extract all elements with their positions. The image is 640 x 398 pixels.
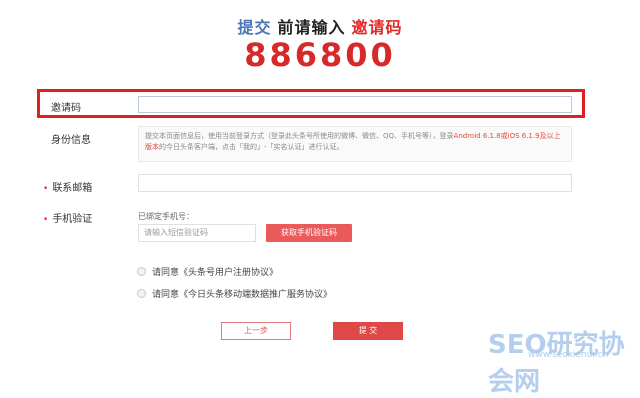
headline-submit-word: 提交 — [237, 18, 272, 37]
page-headline: 提交 前请输入 邀请码 — [0, 14, 640, 38]
identity-info-notice: 提交本页面信息后，使用当前登录方式（登录此头条号所使用的微博、微信、QQ、手机号… — [138, 126, 572, 162]
required-mark: • — [43, 215, 49, 225]
invite-code-display: 886800 — [244, 36, 396, 74]
invite-code-label: 邀请码 — [51, 103, 81, 114]
prev-step-button[interactable]: 上一步 — [221, 322, 291, 340]
get-sms-code-button[interactable]: 获取手机验证码 — [266, 224, 352, 242]
agreement-radio[interactable] — [137, 289, 146, 298]
identity-text-part2: 的今日头条客户端，点击「我的」-「实名认证」进行认证。 — [159, 143, 344, 151]
sms-code-input[interactable]: 请输入短信验证码 — [138, 224, 256, 242]
phone-verify-label: • 手机验证 — [43, 210, 92, 225]
required-mark: • — [43, 184, 49, 194]
email-label: • 联系邮箱 — [43, 179, 92, 194]
watermark-brand: SEO研究协会网 — [488, 330, 625, 397]
email-label-text: 联系邮箱 — [52, 183, 93, 194]
agreement-radio[interactable] — [137, 267, 146, 276]
identity-text-part1: 提交本页面信息后，使用当前登录方式（登录此头条号所使用的微博、微信、QQ、手机号… — [145, 132, 454, 140]
agreement-register-text: 请同意《头条号用户注册协议》 — [152, 268, 279, 278]
watermark-url: www.seoxiehui.cn — [528, 350, 609, 360]
headline-middle-text: 前请输入 — [277, 18, 346, 37]
email-input[interactable] — [138, 174, 572, 192]
headline-code-word: 邀请码 — [351, 18, 403, 37]
phone-verify-label-text: 手机验证 — [52, 214, 93, 225]
identity-info-label: 身份信息 — [51, 135, 91, 146]
agreement-register[interactable]: 请同意《头条号用户注册协议》 — [137, 265, 278, 278]
submit-button[interactable]: 提 交 — [333, 322, 403, 340]
invite-code-input[interactable] — [138, 96, 572, 113]
agreement-promotion[interactable]: 请同意《今日头条移动端数据推广服务协议》 — [137, 287, 332, 300]
bound-phone-label: 已绑定手机号： — [138, 212, 194, 221]
agreement-promotion-text: 请同意《今日头条移动端数据推广服务协议》 — [152, 290, 333, 300]
